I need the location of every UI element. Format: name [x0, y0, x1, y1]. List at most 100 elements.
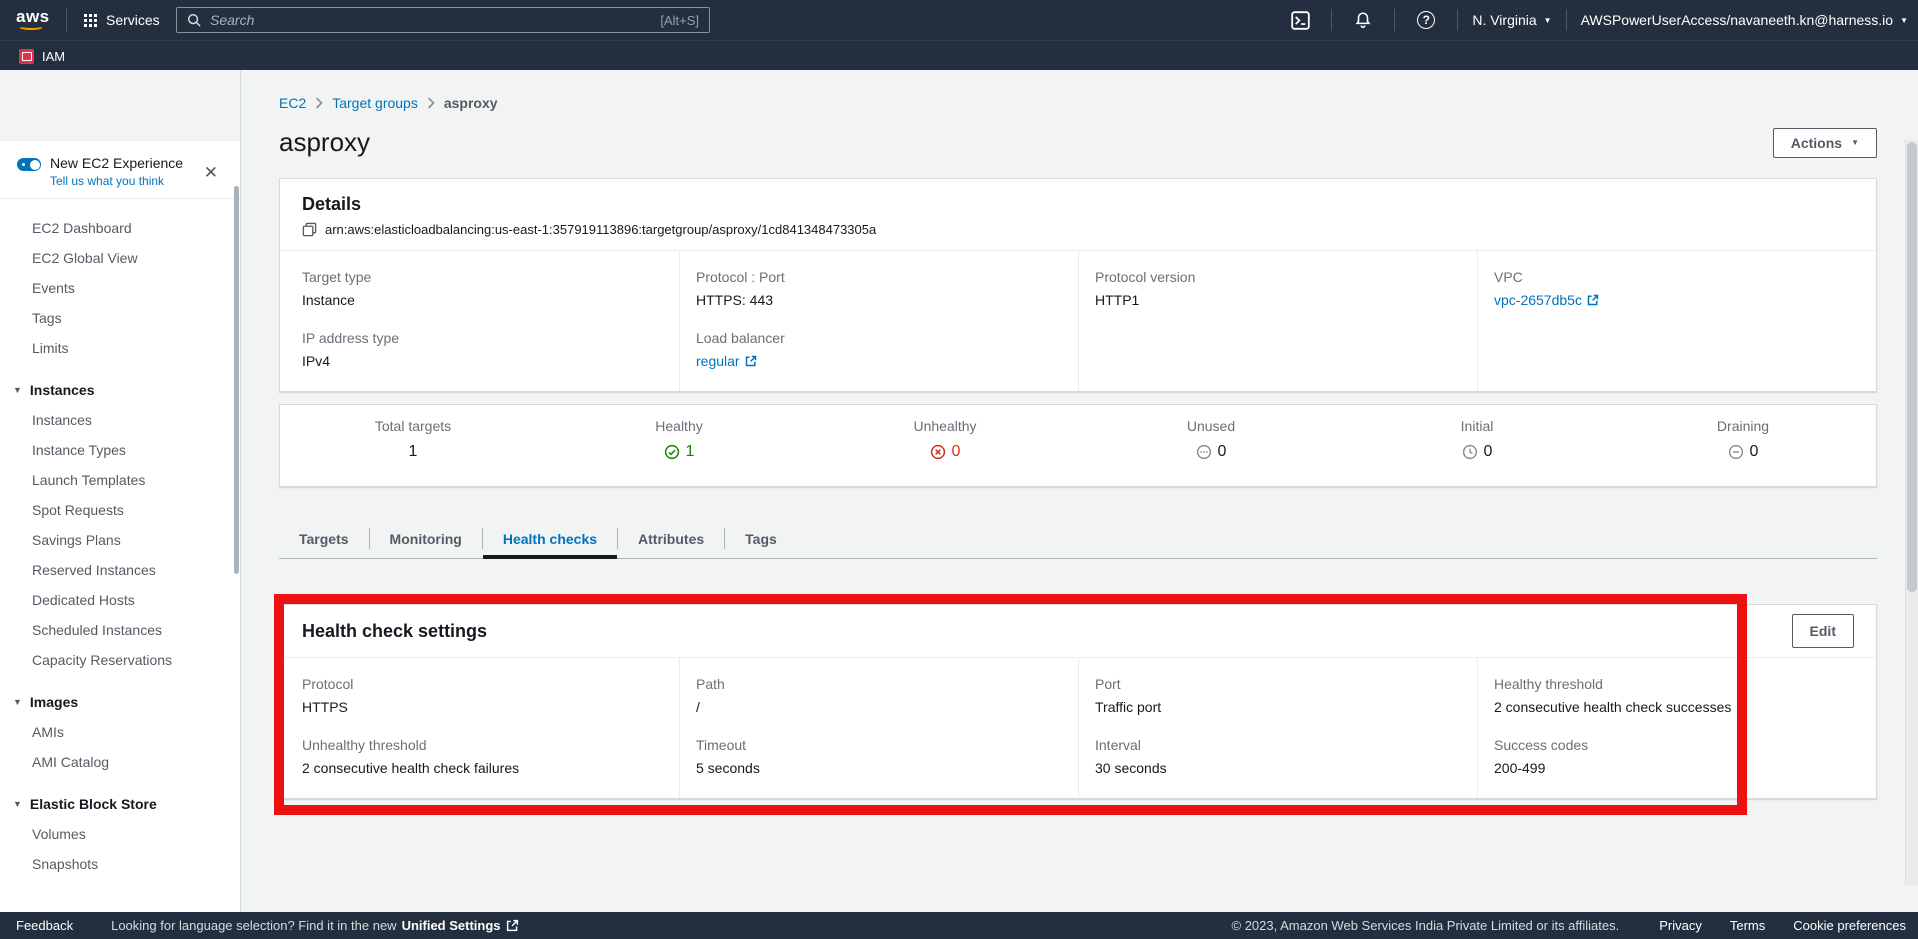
- breadcrumb-link-target-groups[interactable]: Target groups: [332, 95, 418, 111]
- field-value: 2 consecutive health check successes: [1494, 699, 1860, 715]
- health-check-fields: ProtocolHTTPSUnhealthy threshold2 consec…: [280, 657, 1876, 798]
- details-field: VPCvpc-2657db5c: [1494, 269, 1860, 308]
- sidebar-item-savings-plans[interactable]: Savings Plans: [0, 525, 240, 555]
- field-label: Port: [1095, 676, 1461, 692]
- sidebar-close-icon[interactable]: ✕: [204, 163, 218, 183]
- tab-monitoring[interactable]: Monitoring: [370, 523, 482, 558]
- aws-logo[interactable]: aws: [16, 7, 50, 30]
- health-check-field: Healthy threshold 2 consecutive health ch…: [1494, 676, 1860, 715]
- health-check-field: Timeout5 seconds: [696, 737, 1062, 776]
- health-check-field: PortTraffic port: [1095, 676, 1461, 715]
- region-selector[interactable]: N. Virginia ▼: [1472, 12, 1551, 28]
- search-shortcut-hint: [Alt+S]: [660, 13, 699, 28]
- health-check-field: Path/: [696, 676, 1062, 715]
- sidebar-item-volumes[interactable]: Volumes: [0, 819, 240, 849]
- page-scrollbar[interactable]: [1905, 140, 1918, 885]
- sidebar-item-spot-requests[interactable]: Spot Requests: [0, 495, 240, 525]
- sidebar-item-instances[interactable]: Instances: [0, 405, 240, 435]
- sidebar-item-limits[interactable]: Limits: [0, 333, 240, 363]
- sidebar-item-snapshots[interactable]: Snapshots: [0, 849, 240, 879]
- section-collapse-icon: ▼: [13, 697, 22, 707]
- region-label: N. Virginia: [1472, 12, 1536, 28]
- favorite-iam-link[interactable]: IAM: [19, 41, 65, 71]
- chevron-down-icon: ▼: [1851, 138, 1859, 147]
- language-prompt: Looking for language selection? Find it …: [111, 918, 396, 933]
- sidebar-item-ami-catalog[interactable]: AMI Catalog: [0, 747, 240, 777]
- account-menu[interactable]: AWSPowerUserAccess/navaneeth.kn@harness.…: [1581, 12, 1908, 28]
- sidebar-item-reserved-instances[interactable]: Reserved Instances: [0, 555, 240, 585]
- nav-divider: [1457, 9, 1458, 31]
- external-link-icon: [1587, 294, 1599, 306]
- clock-circle-icon: [1462, 444, 1478, 460]
- unified-settings-link[interactable]: Unified Settings: [402, 918, 501, 933]
- sidebar-item-ec2-global-view[interactable]: EC2 Global View: [0, 243, 240, 273]
- tell-us-link[interactable]: Tell us what you think: [50, 174, 183, 188]
- new-ec2-experience-label: New EC2 Experience: [50, 155, 183, 172]
- services-menu-button[interactable]: Services: [84, 0, 160, 40]
- cloudshell-icon[interactable]: [1283, 0, 1317, 40]
- sidebar-item-capacity-reservations[interactable]: Capacity Reservations: [0, 645, 240, 675]
- notifications-bell-icon[interactable]: [1346, 0, 1380, 40]
- sidebar-nav-list: EC2 DashboardEC2 Global ViewEventsTagsLi…: [0, 199, 240, 889]
- sidebar-section-images[interactable]: ▼ Images: [0, 687, 240, 717]
- tab-health-checks[interactable]: Health checks: [483, 523, 617, 558]
- sidebar: New EC2 Experience Tell us what you thin…: [0, 70, 241, 912]
- sidebar-item-tags[interactable]: Tags: [0, 303, 240, 333]
- sidebar-section-elastic-block-store[interactable]: ▼Elastic Block Store: [0, 789, 240, 819]
- tab-tags[interactable]: Tags: [725, 523, 797, 558]
- page-scrollbar-thumb[interactable]: [1907, 142, 1917, 592]
- footer: Feedback Looking for language selection?…: [0, 912, 1918, 939]
- sidebar-item-events[interactable]: Events: [0, 273, 240, 303]
- sidebar-section-label: Elastic Block Store: [30, 796, 157, 812]
- stat-total-targets: Total targets1: [280, 405, 546, 486]
- help-icon[interactable]: ?: [1409, 0, 1443, 40]
- breadcrumb-link-ec2[interactable]: EC2: [279, 95, 306, 111]
- sidebar-item-amis[interactable]: AMIs: [0, 717, 240, 747]
- field-label: Unhealthy threshold: [302, 737, 663, 753]
- stat-value: 1: [409, 443, 418, 461]
- sidebar-item-scheduled-instances[interactable]: Scheduled Instances: [0, 615, 240, 645]
- stat-label: Initial: [1344, 418, 1610, 434]
- search-input[interactable]: Search [Alt+S]: [176, 7, 710, 33]
- tab-targets[interactable]: Targets: [279, 523, 369, 558]
- tab-attributes[interactable]: Attributes: [618, 523, 724, 558]
- footer-link-terms[interactable]: Terms: [1730, 918, 1765, 933]
- field-label: Healthy threshold: [1494, 676, 1860, 692]
- sidebar-item-ec2-dashboard[interactable]: EC2 Dashboard: [0, 213, 240, 243]
- feedback-link[interactable]: Feedback: [16, 918, 73, 933]
- field-value-link[interactable]: regular: [696, 353, 757, 369]
- sidebar-scrollbar[interactable]: [234, 186, 239, 574]
- field-label: Success codes: [1494, 737, 1860, 753]
- favorites-bar: IAM: [0, 40, 1918, 70]
- edit-button[interactable]: Edit: [1792, 614, 1854, 648]
- sidebar-item-launch-templates[interactable]: Launch Templates: [0, 465, 240, 495]
- footer-link-cookie-preferences[interactable]: Cookie preferences: [1793, 918, 1906, 933]
- check-circle-icon: [664, 444, 680, 460]
- stat-label: Draining: [1610, 418, 1876, 434]
- actions-button[interactable]: Actions ▼: [1773, 128, 1877, 158]
- sidebar-item-instance-types[interactable]: Instance Types: [0, 435, 240, 465]
- sidebar-section-instances[interactable]: ▼Instances: [0, 375, 240, 405]
- edit-button-label: Edit: [1810, 623, 1836, 639]
- copy-icon[interactable]: [302, 222, 317, 237]
- health-check-column: PortTraffic portInterval30 seconds: [1078, 658, 1477, 798]
- field-value-link[interactable]: vpc-2657db5c: [1494, 292, 1599, 308]
- footer-link-privacy[interactable]: Privacy: [1659, 918, 1702, 933]
- field-value: IPv4: [302, 353, 663, 369]
- breadcrumb-current: asproxy: [444, 95, 498, 111]
- sidebar-section-label: Images: [30, 694, 78, 710]
- details-card: Details arn:aws:elasticloadbalancing:us-…: [279, 178, 1877, 392]
- link-text: vpc-2657db5c: [1494, 292, 1582, 308]
- breadcrumb-chevron-icon: [315, 97, 323, 109]
- services-label: Services: [106, 12, 160, 28]
- field-value: HTTP1: [1095, 292, 1461, 308]
- minus-circle-icon: [1728, 444, 1744, 460]
- footer-links: Privacy Terms Cookie preferences: [1659, 918, 1906, 933]
- details-column: VPCvpc-2657db5c: [1477, 251, 1876, 391]
- new-ec2-experience-toggle[interactable]: [17, 158, 41, 171]
- search-icon: [187, 13, 202, 28]
- field-value: vpc-2657db5c: [1494, 292, 1860, 308]
- sidebar-item-dedicated-hosts[interactable]: Dedicated Hosts: [0, 585, 240, 615]
- health-check-column: Path/Timeout5 seconds: [679, 658, 1078, 798]
- health-check-field: Success codes200-499: [1494, 737, 1860, 776]
